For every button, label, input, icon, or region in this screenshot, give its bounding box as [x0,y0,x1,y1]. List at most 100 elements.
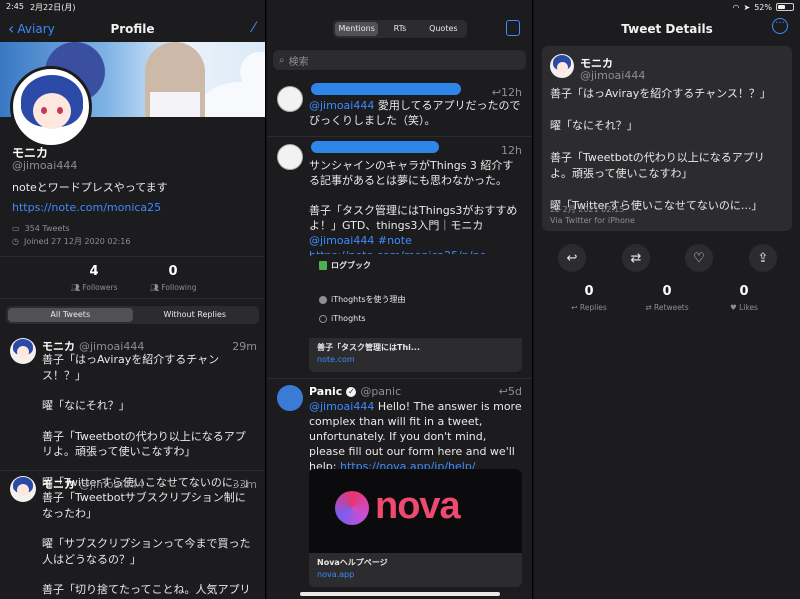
details-title: Tweet Details [621,22,713,36]
chevron-left-icon: ‹ [8,19,15,38]
reply-icon: ↩ [571,303,580,312]
back-label: Aviary [17,22,55,36]
tweet-detail-card: モニカ @jimoai444 善子「はっAvirayを紹介するチャンス！？」 曜… [542,46,792,231]
battery-percent: 52% [754,2,772,12]
retweets-stat: 0 ⇄ Retweets [645,284,689,312]
home-indicator[interactable] [300,592,500,596]
location-icon: ➤ [743,2,751,12]
tweet-body: @jimoai444 愛用してるアプリだったのでびっくりしました（笑）。 [309,99,521,127]
following-stat[interactable]: 0 👥︎ Following [133,264,213,292]
card-url: note.com [317,355,355,364]
like-button[interactable]: ♡ [685,244,713,272]
heart-icon: ♡ [693,250,705,266]
reply-icon: ↩ [566,250,578,266]
clock-icon: ◷ [12,237,19,246]
more-icon[interactable]: ··· [772,18,788,34]
tab-mentions[interactable]: Mentions [335,22,379,36]
tweet-body: @jimoai444 Hello! The answer is more com… [309,400,522,473]
divider [267,378,532,379]
edit-icon[interactable]: ⁄ [253,20,255,36]
tweet-author-handle: @panic [360,385,402,398]
tweet-body: 善子「Tweetbotサブスクリプション制になったわ」 曜「サブスクリプションっ… [42,491,251,599]
heart-icon: ♥ [730,303,740,312]
profile-avatar[interactable] [10,66,92,148]
profile-link[interactable]: https://note.com/monica25 [12,201,161,214]
redacted-name [311,141,439,153]
reply-icon: ↩ [498,385,509,398]
status-bar: 2:45 2月22日(月) ◠ ➤ 52% [0,0,800,14]
avatar[interactable] [277,86,303,112]
tweet-author-handle: @jimoai444 [580,69,646,82]
card-title: 善子「タスク管理にはThi... [317,343,421,352]
retweet-icon: ⇄ [645,303,655,312]
list-item[interactable]: ↩12h @jimoai444 愛用してるアプリだったのでびっくりしました（笑）… [267,83,532,136]
book-icon [319,261,327,270]
card-url: nova.app [317,570,355,579]
avatar[interactable] [10,338,36,364]
people-icon: 👥︎ [70,283,83,292]
list-item[interactable]: 12h サンシャインのキャラがThings 3 紹介する記事があるとは夢にも思わ… [267,141,532,372]
tab-rts[interactable]: RTs [378,22,421,36]
replies-stat: 0 ↩ Replies [571,284,607,312]
verified-icon: ✓ [346,386,357,397]
mentions-column: Mentions RTs Quotes ⌕ 検索 ↩12h @jimoai444… [267,0,533,599]
divider [0,256,265,257]
followers-stat[interactable]: 4 👥︎ Followers [54,264,134,292]
tab-all-tweets[interactable]: All Tweets [8,308,133,322]
mention-link[interactable]: @jimoai444 [309,400,374,413]
tab-without-replies[interactable]: Without Replies [133,308,258,322]
card-title: Novaヘルプページ [317,558,388,567]
mention-link[interactable]: @jimoai444 [309,234,374,247]
retweet-icon: ⇄ [630,250,642,266]
list-item[interactable]: モニカ @jimoai444 29m 善子「はっAvirayを紹介するチャンス！… [0,338,265,489]
mentions-tabs: Mentions RTs Quotes [333,20,467,38]
status-date: 2月22日(月) [29,2,76,12]
search-placeholder: 検索 [288,56,309,68]
link-card[interactable]: nova Novaヘルプページ nova.app [309,469,522,587]
joined-date: ◷ Joined 27 12月 2020 02:16 [12,237,131,246]
people-icon: 👥︎ [149,283,162,292]
card-image: nova [309,469,522,553]
status-time: 2:45 [6,1,24,11]
avatar[interactable] [277,144,303,170]
tweet-details-column: Tweet Details ··· モニカ @jimoai444 善子「はっAv… [534,0,800,599]
card-image: ログブック iThoghtsを使う理由 iThoghts [309,254,522,338]
share-icon: ⇪ [757,250,769,266]
back-button[interactable]: ‹ Aviary [8,19,55,38]
wifi-icon: ◠ [732,2,740,12]
avatar[interactable] [277,385,303,411]
tweet-body: サンシャインのキャラがThings 3 紹介する記事があるとは夢にも思わなかった… [309,158,524,263]
divider [267,136,532,137]
profile-column: ‹ Aviary Profile ⁄ モニカ @jimoai444 noteとワ… [0,0,266,599]
profile-tweets-segmented-control: All Tweets Without Replies [6,306,259,324]
profile-bio: noteとワードプレスやってます [12,181,168,194]
tab-quotes[interactable]: Quotes [422,22,465,36]
banner-character-uniform [150,92,200,117]
nova-logo-icon [335,491,369,525]
tweet-source: Via Twitter for iPhone [550,216,635,225]
list-item[interactable]: モニカ @jimoai444 33m 善子「Tweetbotサブスクリプション制… [0,476,265,599]
hashtag-link[interactable]: #note [378,234,412,247]
divider [0,298,265,299]
tweet-author-name: Panic [309,385,343,398]
profile-handle: @jimoai444 [12,159,78,172]
speech-bubble-icon: ▭ [12,224,20,233]
tweets-count: ▭ 354 Tweets [12,224,70,233]
nova-wordmark: nova [375,485,461,527]
circle-icon [319,314,327,323]
reply-button[interactable]: ↩ [558,244,586,272]
list-item[interactable]: Panic ✓ @panic ↩5d @jimoai444 Hello! The… [267,385,532,599]
avatar[interactable] [10,476,36,502]
battery-icon [776,3,794,11]
mention-link[interactable]: @jimoai444 [309,99,374,112]
share-button[interactable]: ⇪ [749,244,777,272]
search-input[interactable]: ⌕ 検索 [273,50,526,70]
redacted-name [311,83,461,95]
check-circle-icon [319,295,327,304]
retweet-button[interactable]: ⇄ [622,244,650,272]
link-card[interactable]: ログブック iThoghtsを使う理由 iThoghts 善子「タスク管理にはT… [309,254,522,372]
tweet-date: 22 2月 2021 02:15 [550,205,625,214]
avatar[interactable] [550,54,574,78]
compose-icon[interactable] [506,20,520,36]
likes-stat: 0 ♥ Likes [730,284,758,312]
